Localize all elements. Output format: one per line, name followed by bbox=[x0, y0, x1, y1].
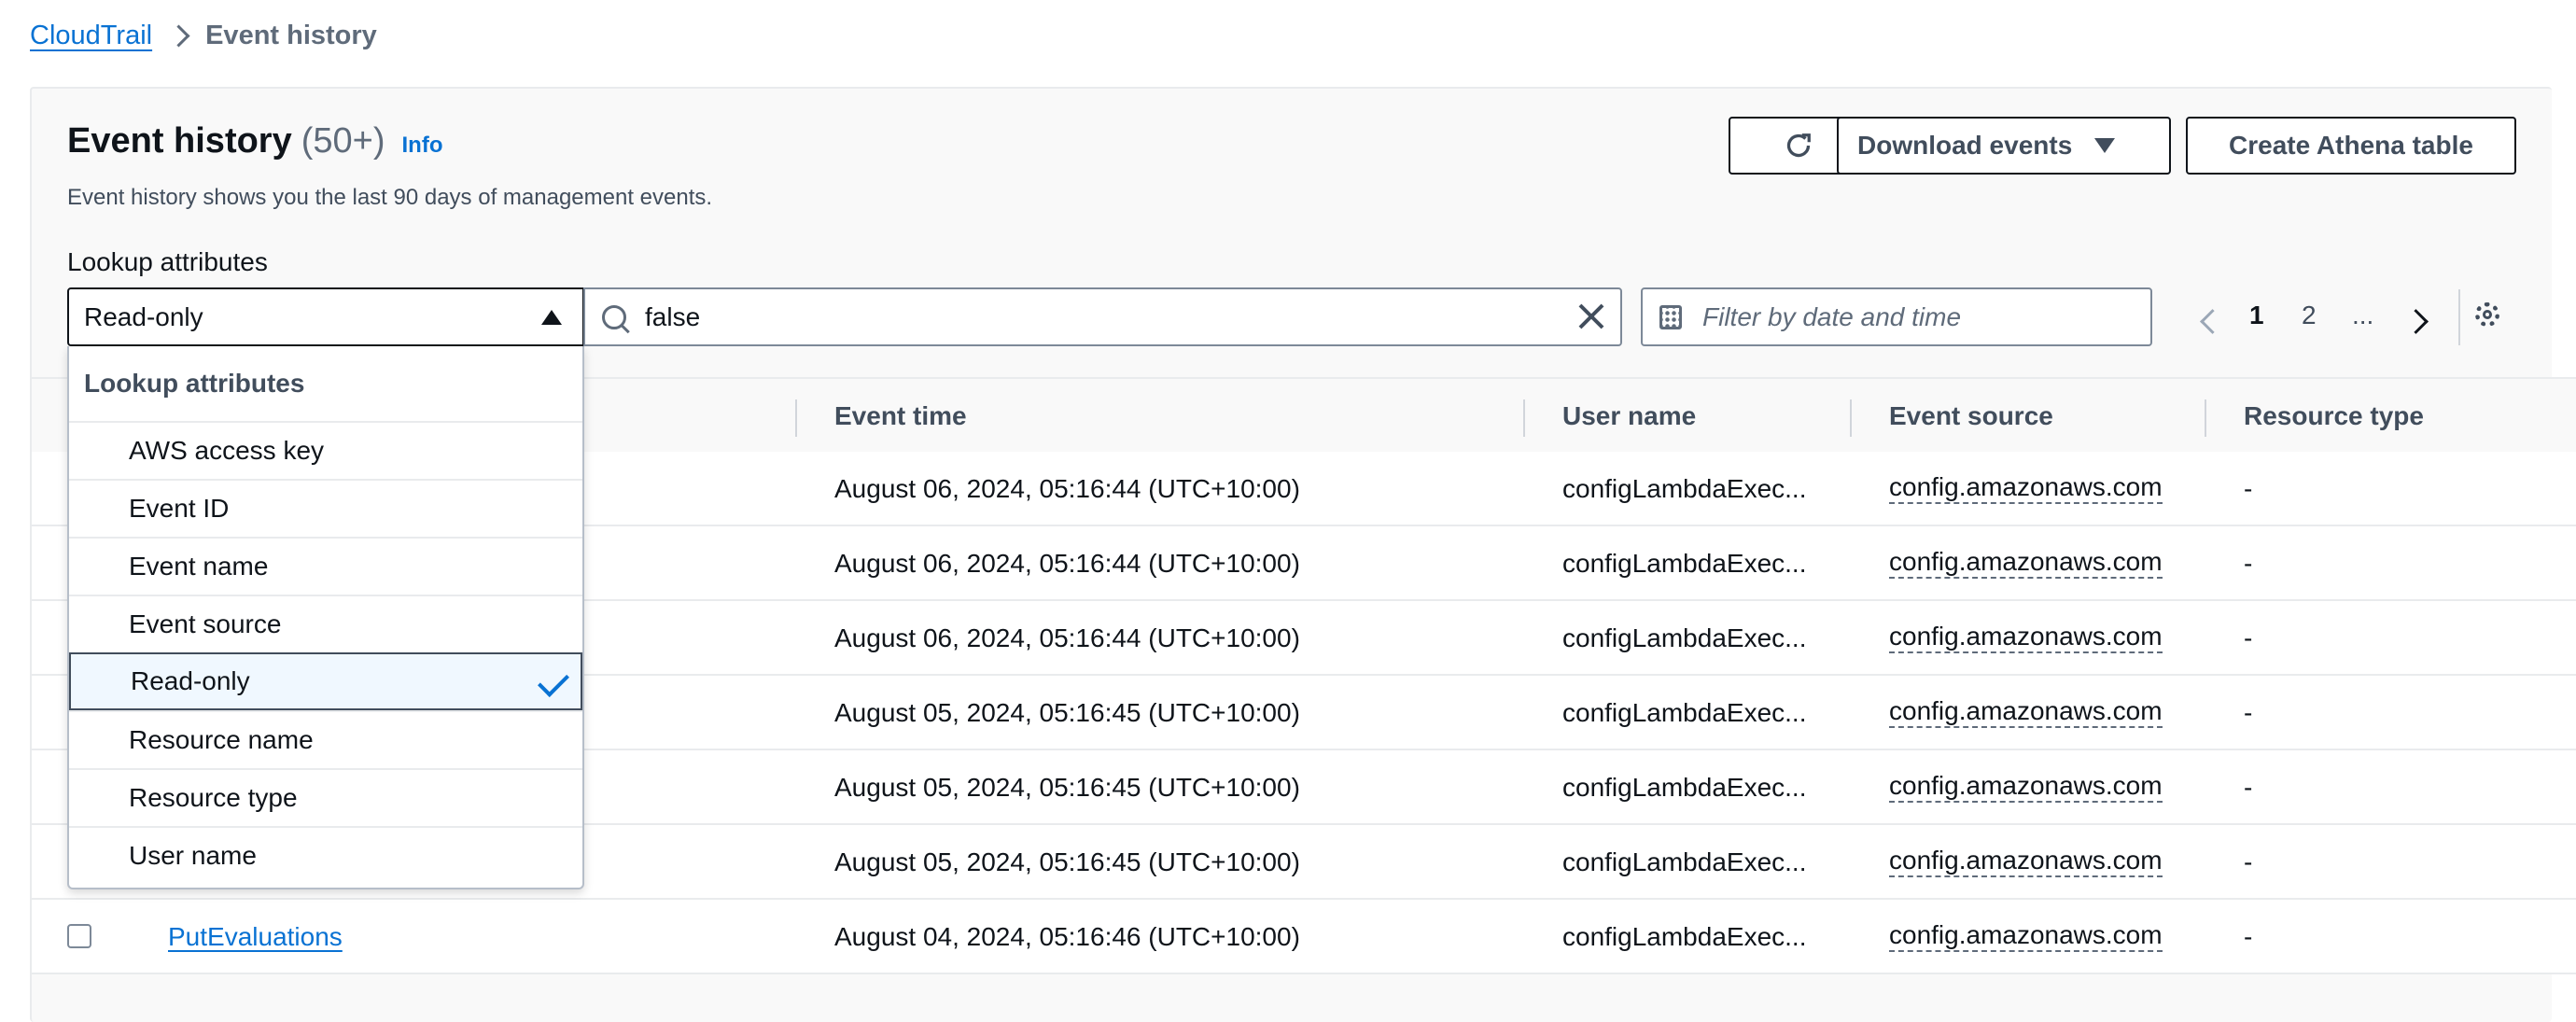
option-resource-type[interactable]: Resource type bbox=[69, 768, 582, 826]
create-athena-table-button[interactable]: Create Athena table bbox=[2186, 117, 2516, 175]
option-resource-name[interactable]: Resource name bbox=[69, 710, 582, 768]
lookup-value-text: false bbox=[645, 302, 701, 331]
resource-type: - bbox=[2244, 474, 2253, 503]
option-read-only[interactable]: Read-only bbox=[69, 652, 582, 710]
chevron-right-icon bbox=[2402, 308, 2429, 334]
column-header-resource-type[interactable]: Resource type bbox=[2244, 401, 2424, 431]
event-source[interactable]: config.amazonaws.com bbox=[1889, 920, 2163, 952]
lookup-attribute-select[interactable]: Read-only bbox=[67, 287, 584, 346]
user-name: configLambdaExec... bbox=[1562, 474, 1807, 503]
pager-divider bbox=[2458, 289, 2460, 345]
event-source[interactable]: config.amazonaws.com bbox=[1889, 622, 2163, 653]
event-count: (50+) bbox=[301, 121, 385, 161]
gear-icon[interactable] bbox=[2475, 302, 2499, 327]
download-events-label: Download events bbox=[1857, 131, 2073, 160]
column-divider bbox=[795, 399, 797, 437]
option-event-source[interactable]: Event source bbox=[69, 595, 582, 652]
lookup-attributes-dropdown: Lookup attributes AWS access key Event I… bbox=[67, 346, 584, 889]
refresh-icon bbox=[1786, 133, 1811, 158]
option-user-name[interactable]: User name bbox=[69, 826, 582, 884]
column-header-user-name[interactable]: User name bbox=[1562, 401, 1696, 431]
date-filter-placeholder: Filter by date and time bbox=[1702, 301, 1962, 331]
page-header: Event history (50+) Info bbox=[67, 121, 443, 161]
column-divider bbox=[1523, 399, 1525, 437]
option-read-only-label: Read-only bbox=[131, 666, 250, 695]
event-time: August 05, 2024, 05:16:45 (UTC+10:00) bbox=[834, 698, 1300, 727]
date-filter-input[interactable]: Filter by date and time bbox=[1641, 287, 2152, 346]
option-event-name[interactable]: Event name bbox=[69, 537, 582, 595]
page-description: Event history shows you the last 90 days… bbox=[67, 185, 713, 210]
event-name-link[interactable]: PutEvaluations bbox=[168, 922, 343, 952]
event-time: August 05, 2024, 05:16:45 (UTC+10:00) bbox=[834, 773, 1300, 802]
breadcrumb-cloudtrail-link[interactable]: CloudTrail bbox=[30, 21, 152, 51]
user-name: configLambdaExec... bbox=[1562, 623, 1807, 652]
previous-page-button[interactable] bbox=[2197, 306, 2227, 336]
caret-up-icon bbox=[541, 310, 562, 325]
search-icon bbox=[602, 305, 626, 329]
lookup-value-input[interactable]: false bbox=[583, 287, 1622, 346]
column-header-event-source[interactable]: Event source bbox=[1889, 401, 2053, 431]
resource-type: - bbox=[2244, 549, 2253, 578]
breadcrumb-current: Event history bbox=[205, 20, 377, 50]
resource-type: - bbox=[2244, 847, 2253, 876]
resource-type: - bbox=[2244, 773, 2253, 802]
resource-type: - bbox=[2244, 698, 2253, 727]
event-time: August 05, 2024, 05:16:45 (UTC+10:00) bbox=[834, 847, 1300, 876]
resource-type: - bbox=[2244, 922, 2253, 951]
user-name: configLambdaExec... bbox=[1562, 773, 1807, 802]
chevron-right-icon bbox=[167, 23, 190, 48]
pagination-ellipsis: ... bbox=[2352, 301, 2374, 329]
page-2-button[interactable]: 2 bbox=[2302, 301, 2317, 330]
column-divider bbox=[1850, 399, 1852, 437]
checkmark-icon bbox=[538, 665, 569, 697]
column-divider bbox=[2205, 399, 2206, 437]
caret-down-icon bbox=[2094, 138, 2116, 153]
column-header-event-time[interactable]: Event time bbox=[834, 401, 967, 431]
lookup-attribute-selected: Read-only bbox=[84, 301, 203, 331]
table-row[interactable]: PutEvaluations August 04, 2024, 05:16:46… bbox=[32, 900, 2576, 974]
lookup-attributes-label: Lookup attributes bbox=[67, 247, 268, 276]
event-time: August 06, 2024, 05:16:44 (UTC+10:00) bbox=[834, 623, 1300, 652]
option-aws-access-key[interactable]: AWS access key bbox=[69, 421, 582, 479]
user-name: configLambdaExec... bbox=[1562, 922, 1807, 951]
row-checkbox[interactable] bbox=[67, 924, 91, 948]
event-time: August 06, 2024, 05:16:44 (UTC+10:00) bbox=[834, 549, 1300, 578]
download-events-button[interactable]: Download events bbox=[1837, 117, 2171, 175]
clear-icon[interactable] bbox=[1575, 301, 1607, 332]
event-source[interactable]: config.amazonaws.com bbox=[1889, 771, 2163, 803]
event-source[interactable]: config.amazonaws.com bbox=[1889, 846, 2163, 877]
calendar-icon bbox=[1659, 305, 1682, 329]
chevron-left-icon bbox=[2199, 308, 2225, 334]
info-link[interactable]: Info bbox=[402, 133, 443, 159]
dropdown-options: AWS access key Event ID Event name Event… bbox=[69, 421, 582, 884]
user-name: configLambdaExec... bbox=[1562, 847, 1807, 876]
breadcrumb: CloudTrail Event history bbox=[30, 17, 377, 54]
next-page-button[interactable] bbox=[2401, 306, 2430, 336]
page-1-button[interactable]: 1 bbox=[2249, 301, 2264, 330]
user-name: configLambdaExec... bbox=[1562, 698, 1807, 727]
event-source[interactable]: config.amazonaws.com bbox=[1889, 696, 2163, 728]
event-time: August 06, 2024, 05:16:44 (UTC+10:00) bbox=[834, 474, 1300, 503]
event-time: August 04, 2024, 05:16:46 (UTC+10:00) bbox=[834, 922, 1300, 951]
resource-type: - bbox=[2244, 623, 2253, 652]
event-source[interactable]: config.amazonaws.com bbox=[1889, 472, 2163, 504]
user-name: configLambdaExec... bbox=[1562, 549, 1807, 578]
option-event-id[interactable]: Event ID bbox=[69, 479, 582, 537]
dropdown-header: Lookup attributes bbox=[84, 369, 305, 398]
page-title: Event history bbox=[67, 121, 292, 161]
event-source[interactable]: config.amazonaws.com bbox=[1889, 547, 2163, 579]
